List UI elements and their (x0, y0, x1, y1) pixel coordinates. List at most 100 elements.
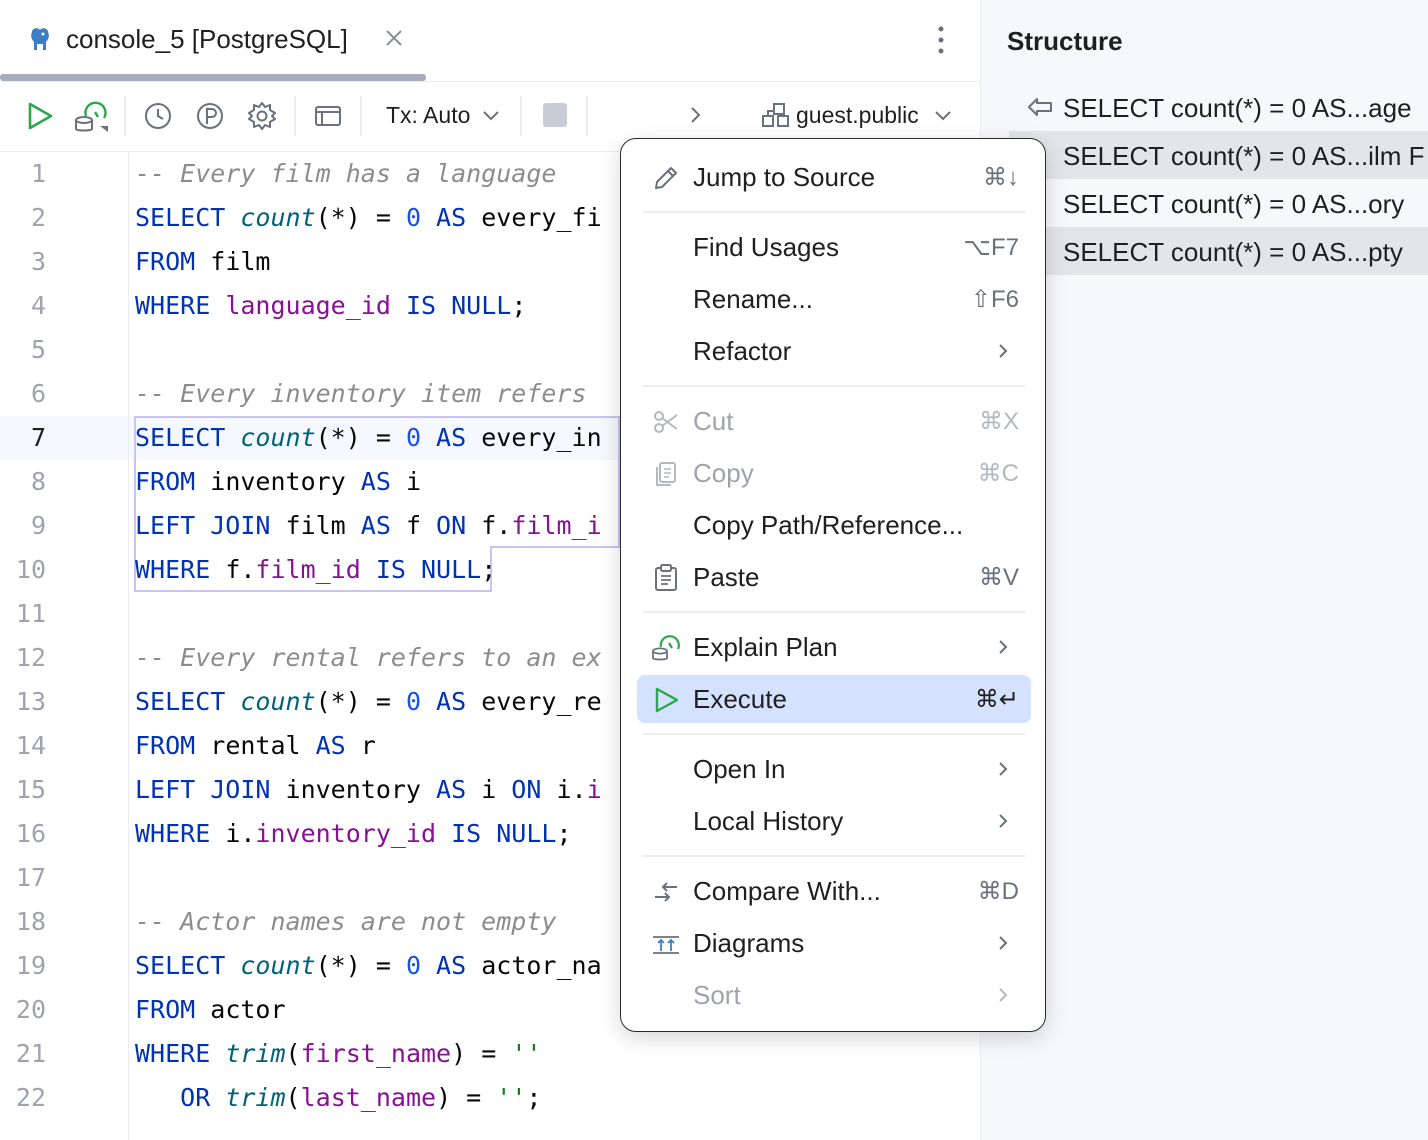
close-icon[interactable] (382, 26, 406, 50)
line-number: 8 (30, 467, 46, 496)
menu-item-copy: Copy ⌘C (637, 449, 1031, 497)
line-number: 15 (15, 775, 46, 804)
layout-panel-icon[interactable] (312, 100, 344, 132)
code-token: ; (481, 555, 497, 584)
menu-item-label: Compare With... (693, 876, 881, 906)
chevron-right-icon (993, 933, 1013, 953)
code-token: AS (360, 511, 406, 540)
history-clock-icon[interactable] (142, 100, 174, 132)
menu-separator (643, 385, 1025, 387)
code-token: ; (511, 291, 527, 320)
line-number: 16 (15, 819, 46, 848)
menu-item-open-in[interactable]: Open In (637, 745, 1031, 793)
code-text: SELECT count(*) = 0 AS every_in (135, 416, 602, 460)
code-text: SELECT count(*) = 0 AS every_re (135, 680, 602, 724)
chevron-down-icon[interactable] (480, 104, 502, 126)
compare-arrows-icon (651, 877, 681, 907)
settings-gear-icon[interactable] (246, 100, 278, 132)
code-token: count (240, 203, 316, 232)
structure-title: Structure (1007, 26, 1123, 56)
chevron-down-icon[interactable] (932, 104, 954, 126)
menu-item-label: Open In (693, 754, 786, 784)
menu-separator (643, 855, 1025, 857)
toolbar-separator (360, 96, 362, 136)
code-token: i (586, 775, 602, 804)
code-token: trim (225, 1039, 286, 1068)
line-number: 4 (30, 291, 46, 320)
structure-item[interactable]: SELECT count(*) = 0 AS...ilm F (1009, 131, 1428, 179)
stop-icon[interactable] (540, 100, 572, 132)
structure-item[interactable]: SELECT count(*) = 0 AS...pty (1009, 227, 1428, 275)
code-token: inventory (285, 775, 437, 804)
code-text: -- Actor names are not empty (135, 900, 556, 944)
line-number: 7 (30, 423, 46, 452)
code-token: AS (315, 731, 361, 760)
editor-tab-bar: console_5 [PostgreSQL] (0, 0, 980, 82)
menu-item-sort: Sort (637, 971, 1031, 1019)
menu-item-rename[interactable]: Rename... ⇧F6 (637, 275, 1031, 323)
execute-play-icon[interactable] (24, 100, 56, 132)
menu-item-refactor[interactable]: Refactor (637, 327, 1031, 375)
code-token: ( (285, 1083, 301, 1112)
code-token: LEFT JOIN (135, 775, 286, 804)
menu-item-paste[interactable]: Paste ⌘V (637, 553, 1031, 601)
chevron-right-icon[interactable] (684, 104, 706, 126)
more-vertical-icon[interactable] (926, 22, 956, 58)
code-token: AS (436, 775, 482, 804)
code-token: film_id (255, 555, 361, 584)
code-token: SELECT (135, 423, 241, 452)
line-number: 6 (30, 379, 46, 408)
parameters-p-icon[interactable] (194, 100, 226, 132)
code-token: count (240, 423, 316, 452)
transaction-mode-dropdown[interactable]: Tx: Auto (386, 102, 470, 129)
tab-console-5[interactable]: console_5 [PostgreSQL] (0, 0, 426, 82)
menu-item-compare-with[interactable]: Compare With... ⌘D (637, 867, 1031, 915)
explain-plan-icon[interactable] (74, 100, 108, 132)
menu-item-label: Refactor (693, 336, 792, 366)
structure-item[interactable]: SELECT count(*) = 0 AS...ory (1009, 179, 1428, 227)
code-token: -- Every film has a language (135, 159, 557, 188)
code-text: WHERE f.film_id IS NULL; (135, 548, 496, 592)
code-token: WHERE (135, 555, 226, 584)
code-token: AS (421, 687, 482, 716)
code-token: ; (556, 819, 572, 848)
menu-item-execute[interactable]: Execute ⌘↵ (637, 675, 1031, 723)
code-line[interactable]: 22 OR trim(last_name) = ''; (0, 1076, 980, 1120)
toolbar-separator (586, 96, 588, 136)
code-token: film (210, 247, 271, 276)
code-token: AS (421, 951, 482, 980)
menu-item-shortcut: ⌥F7 (963, 234, 1019, 261)
menu-item-find-usages[interactable]: Find Usages ⌥F7 (637, 223, 1031, 271)
code-token: actor_na (481, 951, 602, 980)
menu-item-explain-plan[interactable]: Explain Plan (637, 623, 1031, 671)
structure-item[interactable]: SELECT count(*) = 0 AS...age (1009, 83, 1428, 131)
schema-selector[interactable]: guest.public (796, 102, 919, 129)
code-token: film (285, 511, 361, 540)
code-text: SELECT count(*) = 0 AS actor_na (135, 944, 602, 988)
code-text: LEFT JOIN film AS f ON f.film_i (135, 504, 602, 548)
code-token: ON (436, 511, 482, 540)
code-token: every_fi (481, 203, 602, 232)
menu-item-diagrams[interactable]: Diagrams (637, 919, 1031, 967)
menu-item-local-history[interactable]: Local History (637, 797, 1031, 845)
code-token: inventory_id (255, 819, 437, 848)
chevron-right-icon (993, 985, 1013, 1005)
pencil-icon (651, 163, 681, 193)
code-token: i. (225, 819, 256, 848)
menu-item-jump-to-source[interactable]: Jump to Source ⌘↓ (637, 153, 1031, 201)
code-token: inventory (210, 467, 361, 496)
code-line[interactable]: 21 WHERE trim(first_name) = '' (0, 1032, 980, 1076)
context-menu: Jump to Source ⌘↓ Find Usages ⌥F7 Rename… (620, 138, 1046, 1032)
menu-item-copy-path-reference[interactable]: Copy Path/Reference... (637, 501, 1031, 549)
code-token: SELECT (135, 687, 241, 716)
code-text: WHERE trim(first_name) = '' (135, 1032, 541, 1076)
code-token: i. (556, 775, 587, 804)
menu-item-shortcut: ⌘X (978, 408, 1019, 435)
menu-item-label: Find Usages (693, 232, 839, 262)
menu-item-label: Jump to Source (693, 162, 876, 192)
schema-icon (760, 100, 792, 132)
code-token: every_re (481, 687, 602, 716)
code-token: (*) = (315, 423, 406, 452)
line-number: 9 (30, 511, 46, 540)
code-token: (*) = (315, 203, 406, 232)
